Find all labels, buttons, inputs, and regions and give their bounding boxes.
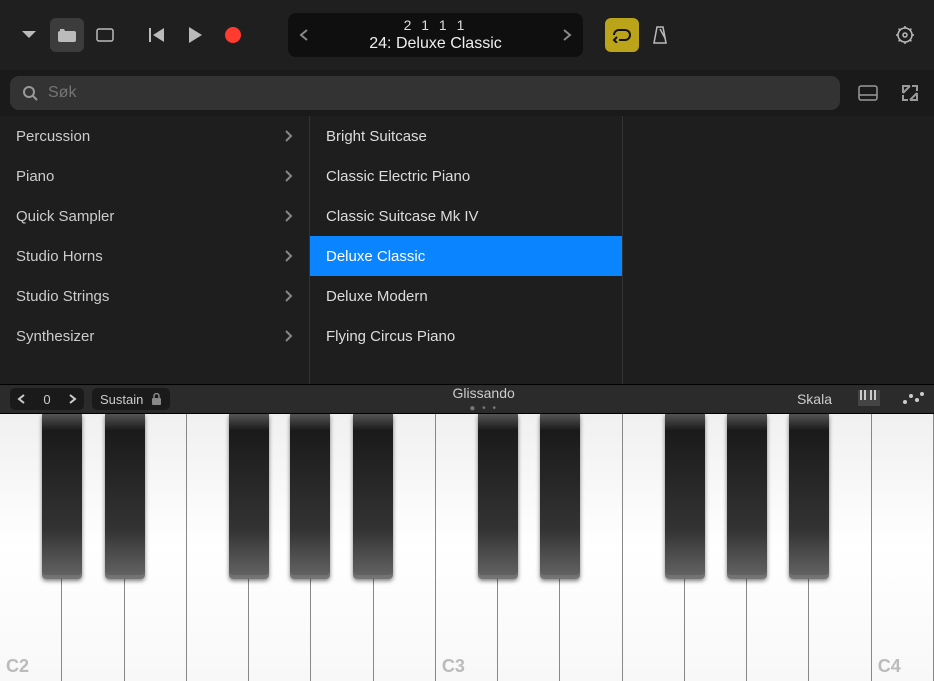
metronome-button[interactable] xyxy=(643,18,677,52)
chevron-right-icon xyxy=(283,170,293,182)
preset-label: Bright Suitcase xyxy=(326,128,427,145)
next-patch-button[interactable] xyxy=(551,28,583,42)
category-label: Quick Sampler xyxy=(16,208,114,225)
octave-up-button[interactable] xyxy=(60,391,84,407)
chevron-right-icon xyxy=(283,210,293,222)
black-key[interactable] xyxy=(105,414,145,579)
category-item[interactable]: Percussion xyxy=(0,116,309,156)
preset-column: Bright Suitcase Classic Electric Piano Cla… xyxy=(310,116,623,384)
preset-label: Classic Suitcase Mk IV xyxy=(326,208,479,225)
key-label: C4 xyxy=(878,656,901,677)
category-item[interactable]: Studio Horns xyxy=(0,236,309,276)
keyboard-controls: 0 Sustain Glissando ● • • Skala xyxy=(0,384,934,414)
cycle-button[interactable] xyxy=(605,18,639,52)
black-key[interactable] xyxy=(229,414,269,579)
white-key[interactable]: C4 xyxy=(872,414,934,681)
settings-button[interactable] xyxy=(888,18,922,52)
category-label: Studio Horns xyxy=(16,248,103,265)
preset-item[interactable]: Flying Circus Piano xyxy=(310,316,622,356)
preset-item[interactable]: Bright Suitcase xyxy=(310,116,622,156)
lock-icon xyxy=(151,393,162,406)
prev-patch-button[interactable] xyxy=(288,28,320,42)
preset-label: Classic Electric Piano xyxy=(326,168,470,185)
preset-label: Flying Circus Piano xyxy=(326,328,455,345)
key-label: C3 xyxy=(442,656,465,677)
view-mode-button[interactable] xyxy=(854,79,882,107)
play-mode[interactable]: Glissando ● • • xyxy=(178,385,789,414)
black-key[interactable] xyxy=(540,414,580,579)
category-item[interactable]: Quick Sampler xyxy=(0,196,309,236)
black-key[interactable] xyxy=(290,414,330,579)
search-row xyxy=(0,70,934,116)
category-item[interactable]: Piano xyxy=(0,156,309,196)
record-button[interactable] xyxy=(216,18,250,52)
black-key[interactable] xyxy=(727,414,767,579)
arpeggiator-button[interactable] xyxy=(902,391,924,408)
octave-down-button[interactable] xyxy=(10,391,34,407)
lcd-display: 2 1 1 1 24: Deluxe Classic xyxy=(288,13,583,57)
category-label: Percussion xyxy=(16,128,90,145)
scale-button[interactable]: Skala xyxy=(797,391,832,407)
preset-item[interactable]: Classic Suitcase Mk IV xyxy=(310,196,622,236)
search-input[interactable] xyxy=(48,84,828,102)
preset-label: Deluxe Modern xyxy=(326,288,428,305)
category-label: Synthesizer xyxy=(16,328,94,345)
go-to-start-button[interactable] xyxy=(140,18,174,52)
top-toolbar: 2 1 1 1 24: Deluxe Classic xyxy=(0,0,934,70)
chevron-right-icon xyxy=(283,250,293,262)
expand-button[interactable] xyxy=(896,79,924,107)
category-label: Studio Strings xyxy=(16,288,109,305)
category-item[interactable]: Studio Strings xyxy=(0,276,309,316)
black-key[interactable] xyxy=(353,414,393,579)
chevron-right-icon xyxy=(283,330,293,342)
category-item[interactable]: Synthesizer xyxy=(0,316,309,356)
category-label: Piano xyxy=(16,168,54,185)
menu-down-icon[interactable] xyxy=(12,18,46,52)
black-key[interactable] xyxy=(665,414,705,579)
octave-stepper: 0 xyxy=(10,388,84,410)
keyboard-layout-button[interactable] xyxy=(858,390,880,409)
sound-browser: Percussion Piano Quick Sampler Studio Horns… xyxy=(0,116,934,384)
key-label: C2 xyxy=(6,656,29,677)
play-mode-label: Glissando xyxy=(178,385,789,401)
category-column: Percussion Piano Quick Sampler Studio Horns… xyxy=(0,116,310,384)
play-button[interactable] xyxy=(178,18,212,52)
patch-name: 24: Deluxe Classic xyxy=(320,34,551,53)
search-field-wrapper[interactable] xyxy=(10,76,840,110)
preset-item[interactable]: Deluxe Modern xyxy=(310,276,622,316)
page-dots: ● • • xyxy=(178,403,789,414)
preset-item[interactable]: Classic Electric Piano xyxy=(310,156,622,196)
lcd-center[interactable]: 2 1 1 1 24: Deluxe Classic xyxy=(320,17,551,53)
piano-keyboard: C2 C3 C4 xyxy=(0,414,934,681)
chevron-right-icon xyxy=(283,130,293,142)
preset-label: Deluxe Classic xyxy=(326,248,425,265)
black-key[interactable] xyxy=(478,414,518,579)
browser-button[interactable] xyxy=(50,18,84,52)
preset-item[interactable]: Deluxe Classic xyxy=(310,236,622,276)
search-icon xyxy=(22,85,38,101)
sustain-label: Sustain xyxy=(100,392,143,407)
black-key[interactable] xyxy=(789,414,829,579)
sustain-toggle[interactable]: Sustain xyxy=(92,388,170,410)
position-display: 2 1 1 1 xyxy=(320,17,551,34)
black-key[interactable] xyxy=(42,414,82,579)
details-column xyxy=(623,116,934,384)
chevron-right-icon xyxy=(283,290,293,302)
octave-value: 0 xyxy=(34,392,60,407)
view-button[interactable] xyxy=(88,18,122,52)
